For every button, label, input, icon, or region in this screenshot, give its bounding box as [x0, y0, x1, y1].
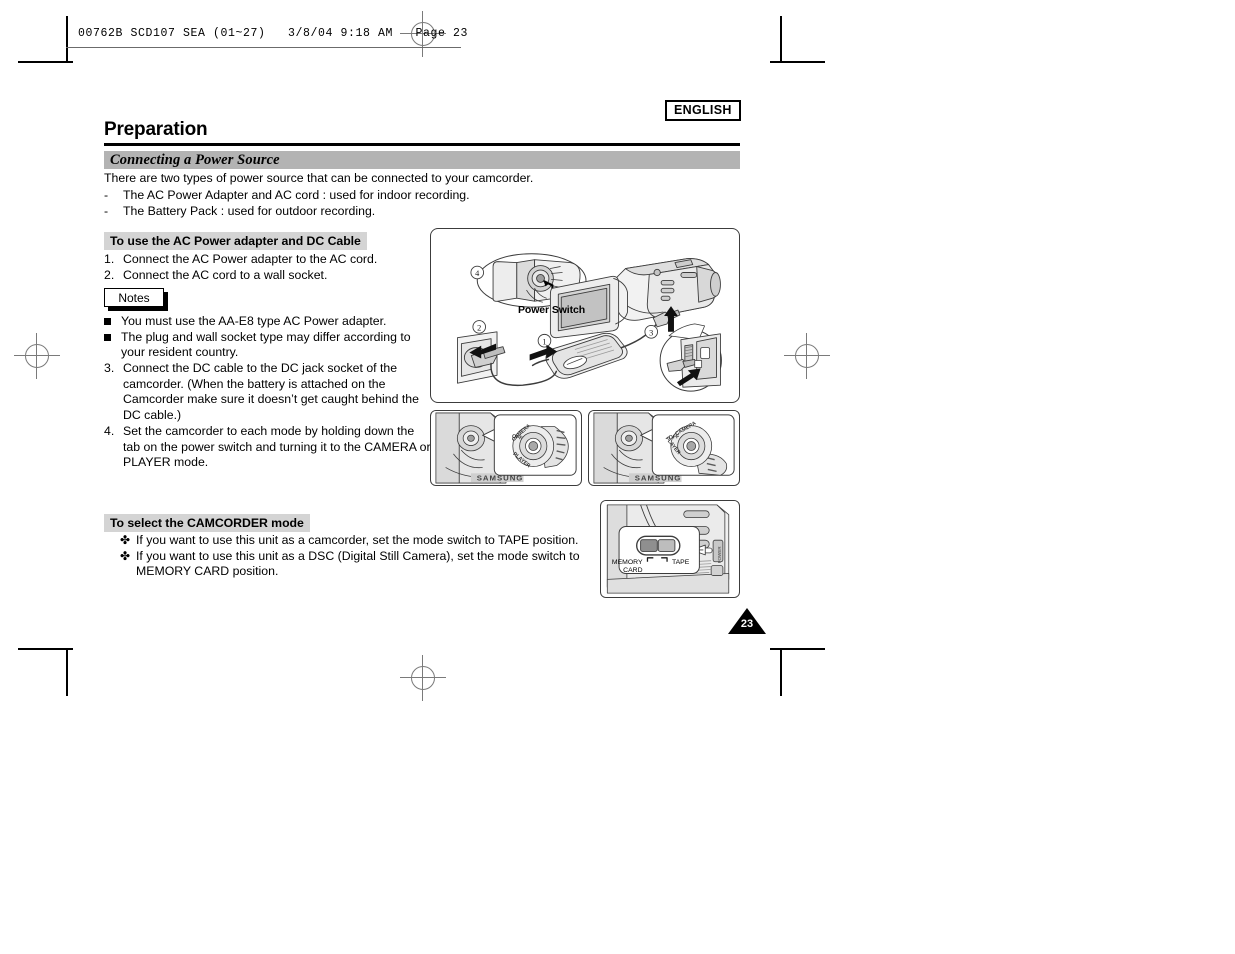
cross-bullet-icon: ✤: [120, 533, 131, 547]
step-text: Connect the DC cable to the DC jack sock…: [123, 361, 419, 423]
list-item: ✤ If you want to use this unit as a camc…: [120, 533, 590, 549]
step-text: Connect the AC Power adapter to the AC c…: [123, 252, 378, 266]
list-item: ✤ If you want to use this unit as a DSC …: [120, 549, 590, 580]
step-number: 2.: [104, 267, 115, 282]
section-header-title: Connecting a Power Source: [110, 152, 280, 168]
step-number: 3.: [104, 361, 115, 375]
mode-switch-label-memory: MEMORY: [612, 559, 643, 566]
svg-text:2: 2: [477, 323, 481, 332]
list-item: 2. Connect the AC cord to a wall socket.: [104, 268, 434, 284]
camcorder-mode-items: ✤ If you want to use this unit as a camc…: [120, 533, 590, 580]
list-item: 3. Connect the DC cable to the DC jack s…: [104, 361, 434, 424]
ac-power-notes: You must use the AA-E8 type AC Power ada…: [104, 314, 434, 361]
intro-dash-item: - The AC Power Adapter and AC cord : use…: [104, 188, 744, 204]
mode-text: If you want to use this unit as a DSC (D…: [136, 548, 580, 579]
step-text: Connect the AC cord to a wall socket.: [123, 267, 328, 282]
mode-switch-label-card: CARD: [623, 567, 642, 574]
intro-line: There are two types of power source that…: [104, 171, 534, 185]
ac-power-steps-top: 1. Connect the AC Power adapter to the A…: [104, 252, 434, 283]
mode-text: If you want to use this unit as a camcor…: [136, 533, 579, 547]
notes-box: Notes: [104, 288, 168, 311]
cross-bullet-icon: ✤: [120, 548, 131, 563]
language-badge: ENGLISH: [665, 100, 741, 122]
square-bullet-icon: [104, 314, 121, 325]
list-item: You must use the AA-E8 type AC Power ada…: [104, 314, 434, 330]
list-item: The plug and wall socket type may differ…: [104, 330, 434, 361]
intro-dash-item: - The Battery Pack : used for outdoor re…: [104, 204, 744, 220]
subheading-camcorder-mode: To select the CAMCORDER mode: [104, 514, 310, 532]
ac-power-steps-bottom: 3. Connect the DC cable to the DC jack s…: [104, 361, 434, 471]
page-title: Preparation: [104, 119, 208, 140]
svg-text:3: 3: [649, 328, 653, 337]
document-page: ENGLISH Preparation Connecting a Power S…: [0, 0, 1235, 954]
page-title-rule: [104, 143, 740, 146]
power-switch-callout-label: Power Switch: [518, 304, 586, 316]
dash-text: The AC Power Adapter and AC cord : used …: [123, 187, 470, 202]
step-text: Set the camcorder to each mode by holdin…: [123, 423, 431, 470]
figure-power-dial-player: SAMSUNG CAMERA OFF PLAYER: [588, 410, 740, 486]
dash-marker: -: [104, 187, 109, 202]
section-header-bar: Connecting a Power Source: [104, 151, 740, 169]
page-number: 23: [740, 618, 754, 630]
notes-box-label: Notes: [104, 288, 164, 307]
list-item: 4. Set the camcorder to each mode by hol…: [104, 424, 434, 471]
list-item: 1. Connect the AC Power adapter to the A…: [104, 252, 434, 268]
dash-text: The Battery Pack : used for outdoor reco…: [123, 204, 376, 219]
page-number-badge: 23: [728, 608, 766, 634]
step-number: 4.: [104, 423, 115, 438]
svg-text:POWER: POWER: [717, 546, 722, 564]
note-text: The plug and wall socket type may differ…: [121, 329, 411, 360]
figure-power-dial-camera: SAMSUNG CAMERA OFF PLAYER: [430, 410, 582, 486]
svg-text:1: 1: [542, 337, 546, 346]
subheading-ac-power: To use the AC Power adapter and DC Cable: [104, 232, 367, 250]
step-number: 1.: [104, 252, 115, 266]
dash-marker: -: [104, 204, 109, 219]
note-text: You must use the AA-E8 type AC Power ada…: [121, 314, 387, 328]
figure-mode-switch: POWER MEMORY CARD TAPE: [600, 500, 740, 598]
section-intro: There are two types of power source that…: [104, 171, 744, 220]
square-bullet-icon: [104, 330, 121, 341]
mode-switch-label-tape: TAPE: [672, 559, 690, 566]
